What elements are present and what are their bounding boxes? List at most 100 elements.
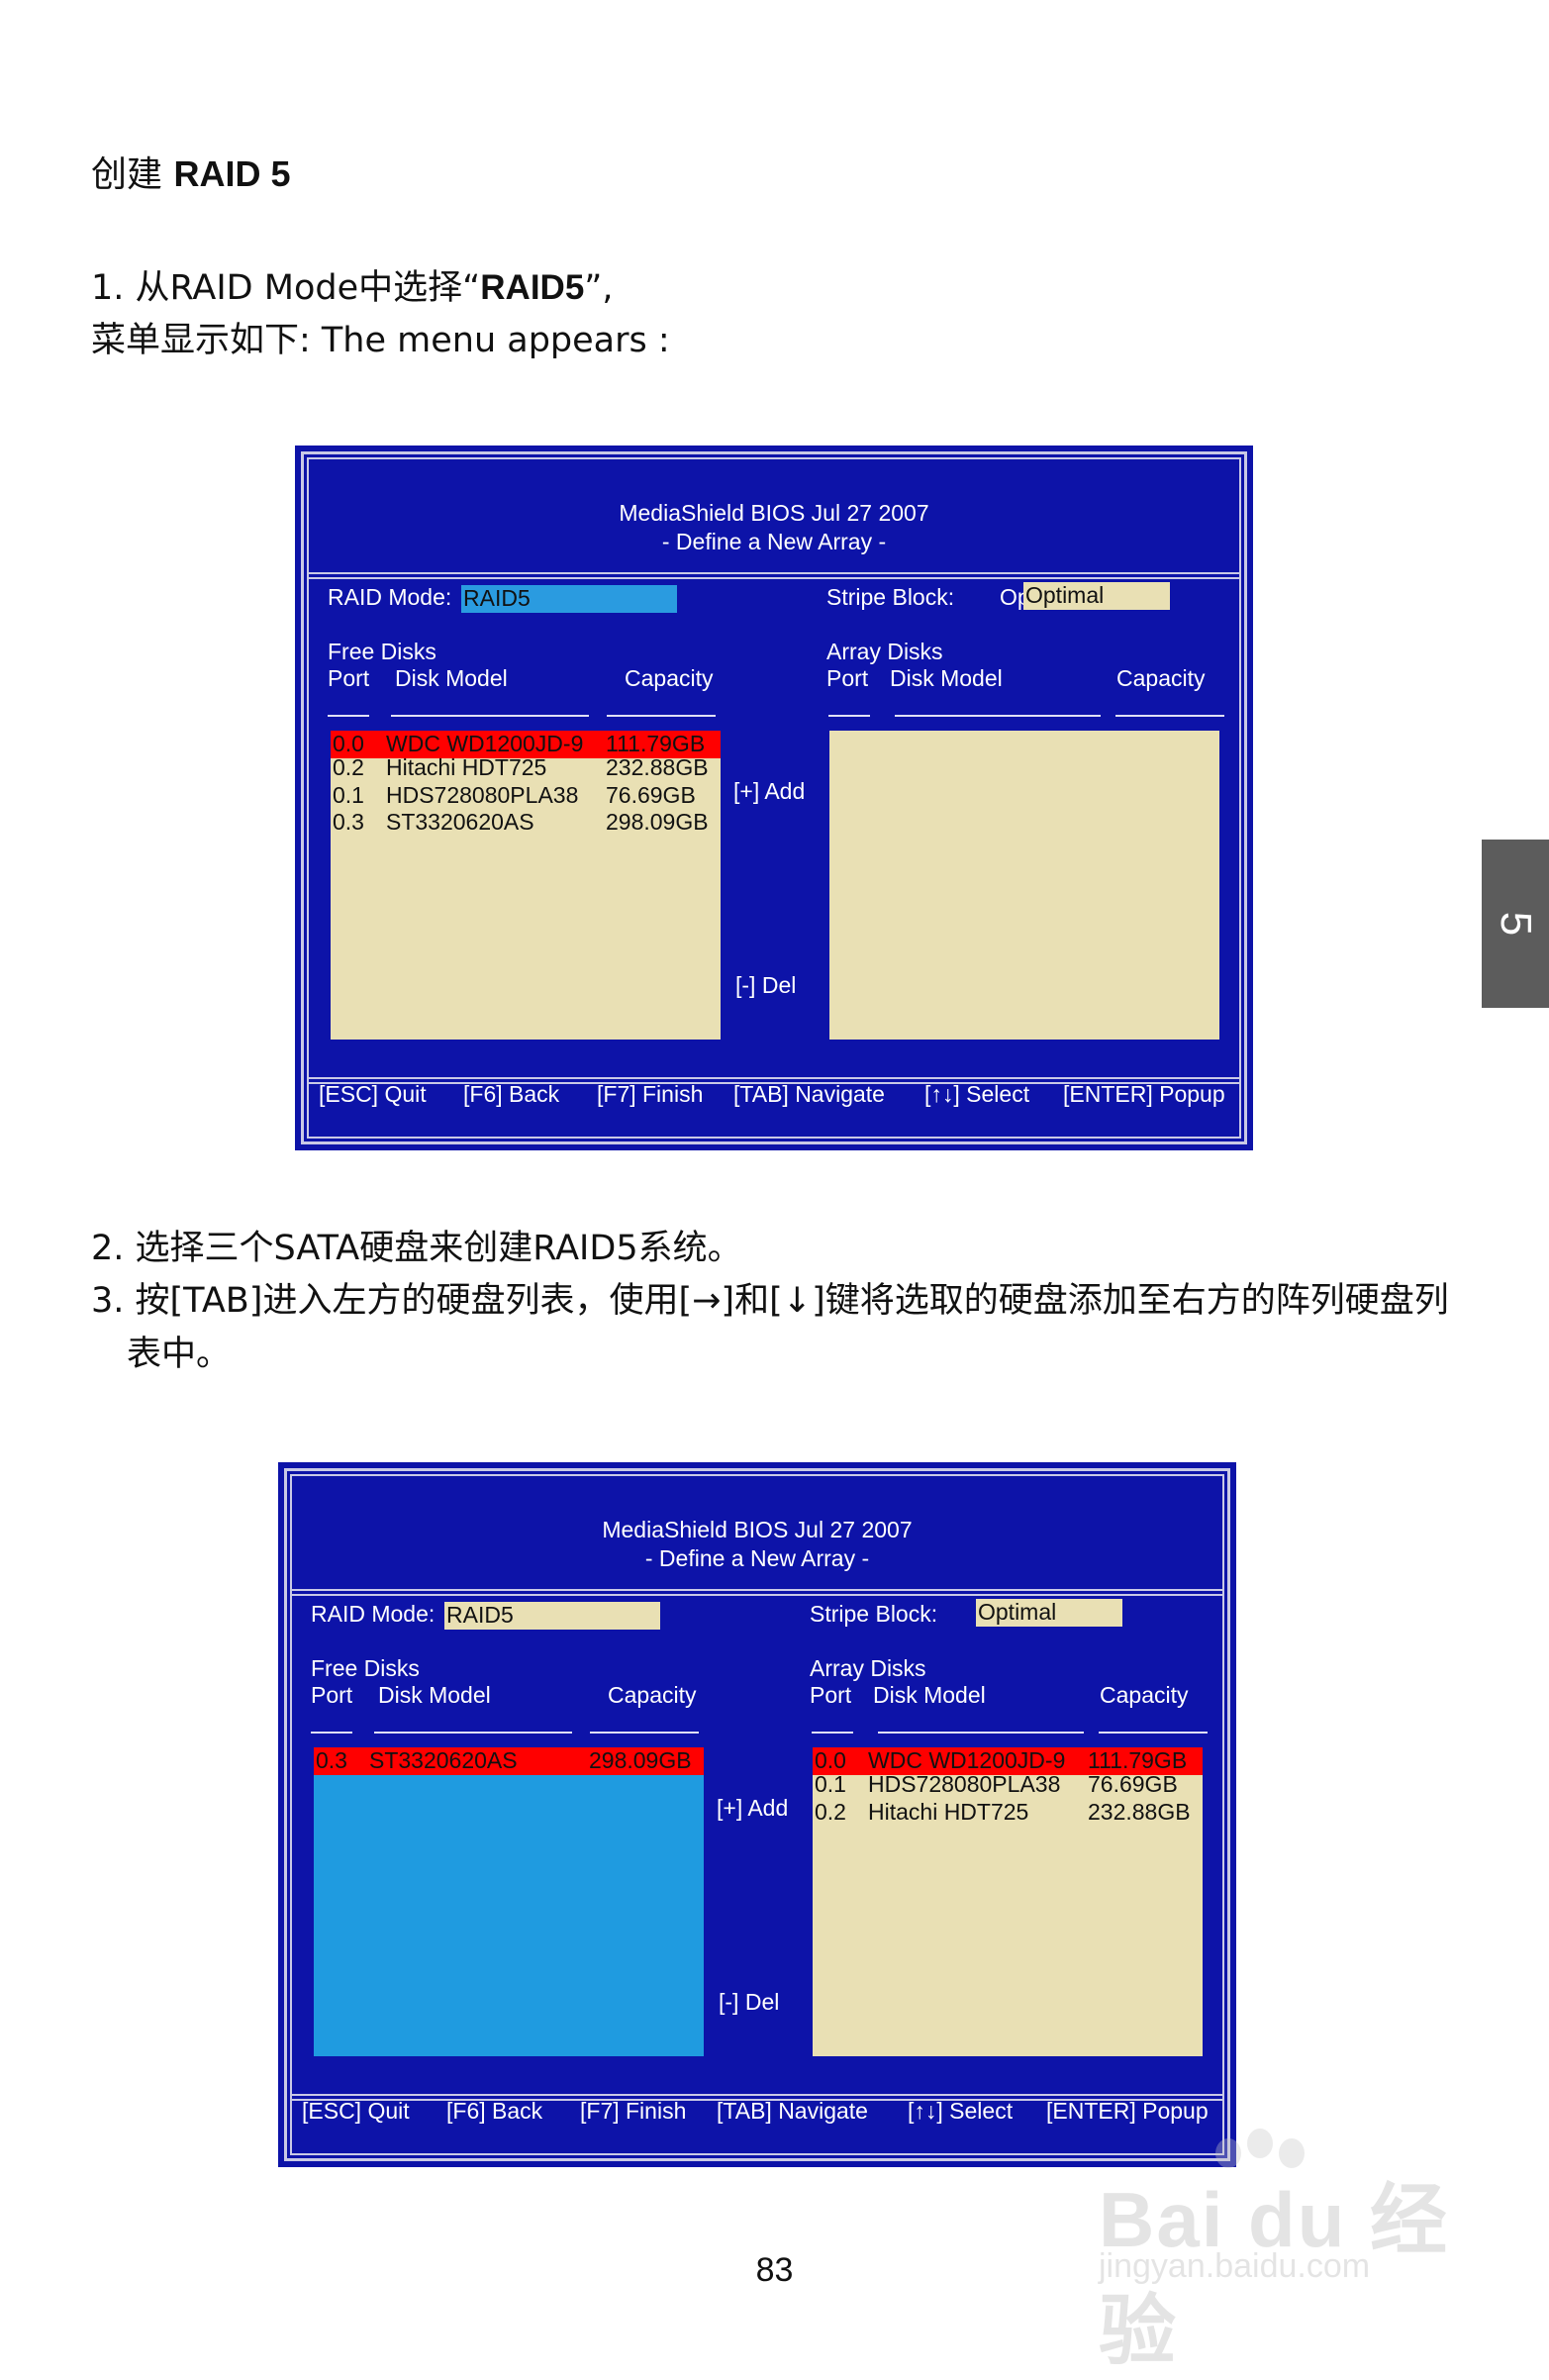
del-button[interactable]: [-] Del <box>735 972 796 999</box>
free-col-port: Port <box>311 1682 353 1708</box>
underline <box>878 1732 1084 1734</box>
free-disk-row[interactable]: 0.2 Hitachi HDT725 232.88GB <box>331 754 721 782</box>
section-heading: 创建 RAID 5 <box>91 149 291 201</box>
disk-port: 0.1 <box>333 782 364 808</box>
array-col-model: Disk Model <box>873 1682 986 1708</box>
bios-title: MediaShield BIOS Jul 27 2007 <box>602 1517 913 1542</box>
disk-model: WDC WD1200JD-9 <box>386 731 584 756</box>
stripe-block-field[interactable]: Optimal <box>1023 582 1170 610</box>
footer-quit[interactable]: [ESC] Quit <box>302 2098 410 2125</box>
stripe-block-field[interactable]: Optimal <box>976 1599 1122 1627</box>
step-1-pre: 1. 从RAID Mode中选择“ <box>91 268 481 308</box>
step-1: 1. 从RAID Mode中选择“RAID5”, <box>91 262 614 314</box>
underline <box>374 1732 572 1734</box>
bios-subtitle: - Define a New Array - <box>644 1545 870 1571</box>
underline <box>1115 715 1224 717</box>
array-disk-row[interactable]: 0.2 Hitachi HDT725 232.88GB <box>813 1799 1203 1827</box>
raid-mode-field[interactable]: RAID5 <box>461 585 677 613</box>
disk-capacity: 111.79GB <box>1088 1747 1188 1773</box>
disk-port: 0.0 <box>333 731 364 756</box>
header-divider <box>307 572 1241 574</box>
footer-navigate[interactable]: [TAB] Navigate <box>717 2098 868 2125</box>
disk-capacity: 111.79GB <box>606 731 706 756</box>
footer-back[interactable]: [F6] Back <box>446 2098 542 2125</box>
raid-mode-field[interactable]: RAID5 <box>444 1602 660 1630</box>
add-button[interactable]: [+] Add <box>717 1795 788 1822</box>
disk-model: Hitachi HDT725 <box>386 754 547 780</box>
bios-subtitle: - Define a New Array - <box>661 529 887 554</box>
stripe-block-label: Stripe Block: <box>810 1601 938 1627</box>
array-disks-list[interactable] <box>829 731 1219 1040</box>
header-divider-2 <box>307 577 1241 579</box>
free-disk-row[interactable]: 0.3 ST3320620AS 298.09GB <box>331 809 721 837</box>
free-col-model: Disk Model <box>378 1682 491 1708</box>
disk-capacity: 76.69GB <box>1088 1771 1178 1797</box>
chapter-tab-label: 5 <box>1491 911 1540 937</box>
free-col-capacity: Capacity <box>625 665 714 691</box>
disk-capacity: 298.09GB <box>606 809 709 835</box>
free-disk-row[interactable]: 0.1 HDS728080PLA38 76.69GB <box>331 782 721 810</box>
free-disks-list[interactable]: 0.3 ST3320620AS 298.09GB <box>314 1747 704 2056</box>
underline <box>607 715 716 717</box>
footer-select[interactable]: [↑↓] Select <box>924 1081 1029 1108</box>
header-divider <box>290 1589 1224 1591</box>
array-col-port: Port <box>826 665 869 691</box>
disk-port: 0.3 <box>333 809 364 835</box>
free-col-capacity: Capacity <box>608 1682 697 1708</box>
disk-port: 0.1 <box>815 1771 846 1797</box>
raid-mode-label: RAID Mode: <box>311 1601 436 1627</box>
bios-screen-1: MediaShield BIOS Jul 27 2007 - Define a … <box>295 446 1253 1150</box>
disk-model: HDS728080PLA38 <box>868 1771 1061 1797</box>
disk-port: 0.2 <box>333 754 364 780</box>
free-disks-heading: Free Disks <box>311 1655 420 1681</box>
heading-en: RAID 5 <box>173 153 291 194</box>
underline <box>812 1732 853 1734</box>
footer-finish[interactable]: [F7] Finish <box>597 1081 703 1108</box>
page-number: 83 <box>755 2251 794 2289</box>
step-1-bold: RAID5 <box>480 268 585 307</box>
footer-finish[interactable]: [F7] Finish <box>580 2098 686 2125</box>
add-button[interactable]: [+] Add <box>733 778 805 805</box>
array-col-port: Port <box>810 1682 852 1708</box>
disk-model: Hitachi HDT725 <box>868 1799 1029 1825</box>
heading-cn: 创建 <box>91 154 163 195</box>
del-button[interactable]: [-] Del <box>719 1989 779 2016</box>
step-1-line2: 菜单显示如下: The menu appears : <box>91 321 670 360</box>
stripe-block-label: Stripe Block: <box>826 584 955 610</box>
disk-model: ST3320620AS <box>386 809 534 835</box>
underline <box>391 715 589 717</box>
bios-screen-2: MediaShield BIOS Jul 27 2007 - Define a … <box>278 1462 1236 2167</box>
chapter-tab: 5 <box>1482 840 1549 1008</box>
footer-divider <box>290 2094 1224 2096</box>
footer-select[interactable]: [↑↓] Select <box>908 2098 1013 2125</box>
disk-capacity: 76.69GB <box>606 782 696 808</box>
array-disks-heading: Array Disks <box>810 1655 926 1681</box>
footer-popup[interactable]: [ENTER] Popup <box>1046 2098 1209 2125</box>
step-3: 3. 按[TAB]进入左方的硬盘列表，使用[→]和[↓]键将选取的硬盘添加至右方… <box>91 1281 1449 1321</box>
footer-quit[interactable]: [ESC] Quit <box>319 1081 427 1108</box>
free-disks-list[interactable]: 0.0 WDC WD1200JD-9 111.79GB 0.2 Hitachi … <box>331 731 721 1040</box>
disk-port: 0.0 <box>815 1747 846 1773</box>
array-disk-row[interactable]: 0.1 HDS728080PLA38 76.69GB <box>813 1771 1203 1799</box>
underline <box>1099 1732 1208 1734</box>
underline <box>328 715 369 717</box>
footer-navigate[interactable]: [TAB] Navigate <box>733 1081 885 1108</box>
disk-model: HDS728080PLA38 <box>386 782 579 808</box>
footer-back[interactable]: [F6] Back <box>463 1081 559 1108</box>
step-2: 2. 选择三个SATA硬盘来创建RAID5系统。 <box>91 1229 742 1268</box>
step-1-post: ”, <box>584 268 614 308</box>
array-col-capacity: Capacity <box>1116 665 1206 691</box>
array-disks-list[interactable]: 0.0 WDC WD1200JD-9 111.79GB 0.1 HDS72808… <box>813 1747 1203 2056</box>
free-col-port: Port <box>328 665 370 691</box>
free-col-model: Disk Model <box>395 665 508 691</box>
disk-model: ST3320620AS <box>369 1747 518 1773</box>
underline <box>311 1732 352 1734</box>
disk-capacity: 232.88GB <box>606 754 709 780</box>
free-disk-row[interactable]: 0.3 ST3320620AS 298.09GB <box>314 1747 704 1775</box>
free-disks-heading: Free Disks <box>328 639 436 664</box>
disk-port: 0.2 <box>815 1799 846 1825</box>
disk-capacity: 298.09GB <box>589 1747 692 1773</box>
bios-title: MediaShield BIOS Jul 27 2007 <box>619 500 929 526</box>
raid-mode-label: RAID Mode: <box>328 584 452 610</box>
footer-popup[interactable]: [ENTER] Popup <box>1063 1081 1225 1108</box>
